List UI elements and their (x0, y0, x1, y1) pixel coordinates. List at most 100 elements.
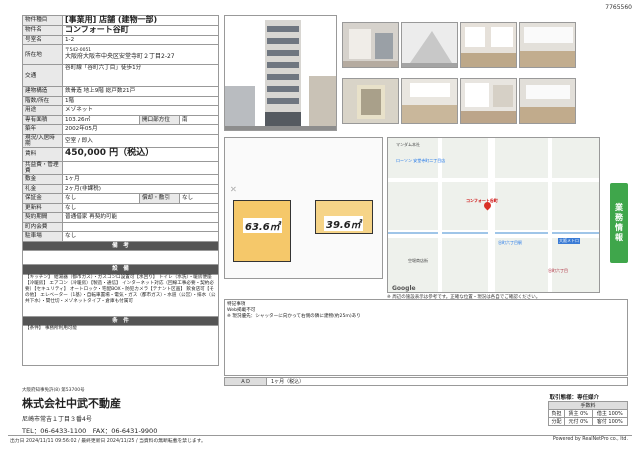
built-label: 築年 (22, 124, 63, 135)
thumb-8[interactable] (519, 78, 576, 124)
row-status: 現況/入居時期 空室 / 即入 (22, 133, 219, 148)
row-cond: 町内会費 (22, 221, 219, 233)
deposit-value: 1ヶ月 (62, 174, 219, 185)
notes-header: 備 考 (22, 240, 219, 252)
row-use: 用途 メゾネット (22, 105, 219, 116)
structure-label: 建物構造 (22, 86, 63, 97)
area-map[interactable]: マンダム本社 ローソン 安堂寺町二丁目店 コンフォート谷町 谷町六丁目駅 空堀商… (387, 137, 600, 293)
deal-row1-label: 負担 (548, 409, 565, 418)
north-arrow-icon: ⤫ (231, 186, 236, 193)
ad-value: 1ヶ月（税込） (271, 379, 305, 385)
map-label-3: コンフォート谷町 (466, 198, 498, 203)
floor-2-area: 39.6㎡ (324, 216, 363, 231)
thumb-2[interactable] (401, 22, 458, 68)
access-label: 交通 (22, 64, 63, 88)
name-label: 物件名 (22, 24, 63, 36)
map-label-4: 谷町六丁目駅 (498, 240, 522, 245)
building-illustration (225, 16, 336, 130)
row-hoshoukin: 保証金 なし 償却・敷引 なし (22, 193, 220, 204)
row-renewal: 更新料 なし (22, 202, 219, 214)
cond-label: 町内会費 (22, 221, 63, 233)
row-parking: 駐車場 なし (22, 231, 219, 242)
access-value: 谷町線「谷町六丁目」徒歩1分 (62, 64, 219, 88)
agency-name: 株式会社中武不動産 (22, 397, 121, 410)
row-deposit: 敷金 1ヶ月 (22, 174, 219, 185)
map-label-6: 谷町六丁目 (548, 268, 568, 273)
deposit-label: 敷金 (22, 174, 63, 185)
row-floor: 階数/所在 1階 (22, 95, 219, 107)
thumb-7[interactable] (460, 78, 517, 124)
row-address: 所在地 〒542-0051 大阪府大阪市中央区安堂寺町２丁目2-27 (22, 44, 219, 66)
thumb-5[interactable] (342, 78, 399, 124)
row-keymoney: 礼金 2ヶ月(非課税) (22, 183, 219, 195)
row-room: 号室名 1-2 (22, 34, 219, 46)
thumb-3[interactable] (460, 22, 517, 68)
room-label: 号室名 (22, 34, 63, 46)
ad-label: ＡＤ (225, 378, 267, 385)
address-cell: 〒542-0051 大阪府大阪市中央区安堂寺町２丁目2-27 (62, 44, 219, 66)
row-name: 物件名 コンフォート谷町 (22, 24, 219, 36)
row-access: 交通 谷町線「谷町六丁目」徒歩1分 (22, 64, 219, 88)
common-value (62, 160, 219, 176)
thumb-1[interactable] (342, 22, 399, 68)
thumb-4[interactable] (519, 22, 576, 68)
floor-1-area: 63.6㎡ (243, 218, 282, 233)
deal-row2-label: 分配 (548, 417, 565, 426)
building-photo[interactable] (224, 15, 337, 131)
thumb-6[interactable] (401, 78, 458, 124)
agency-info: 大阪府知事免許(8) 第53700号 株式会社中武不動産 尼崎市常吉１丁目３番4… (22, 387, 382, 435)
business-info-badge: 業務情報 (610, 183, 628, 263)
row-type: 物件種目 [事業用] 店舗 (建物一部) (22, 15, 219, 26)
row-contract: 契約期間 普通借家 再契約可能 (22, 212, 219, 223)
name-value: コンフォート谷町 (62, 24, 219, 36)
contract-label: 契約期間 (22, 212, 63, 223)
row-common: 共益費・管理費 (22, 160, 219, 176)
parking-label: 駐車場 (22, 231, 63, 242)
shokyaku-value: なし (178, 193, 220, 204)
deal-sub: 手数料 (548, 401, 628, 410)
deal-row1-b: 借主 100% (591, 409, 629, 418)
area-value: 103.26㎡ (62, 114, 140, 126)
deal-row2-a: 元付 0% (563, 417, 593, 426)
notes-body (22, 250, 219, 266)
rent-label: 賃料 (22, 146, 63, 162)
shokyaku-label: 償却・敷引 (138, 193, 180, 204)
cond-value (62, 221, 219, 233)
room-value: 1-2 (62, 34, 219, 46)
renewal-label: 更新料 (22, 202, 63, 214)
floor-label: 階数/所在 (22, 95, 63, 107)
map-label-1: マンダム本社 (396, 142, 420, 147)
address-label: 所在地 (22, 44, 63, 66)
ad-row: ＡＤ 1ヶ月（税込） (224, 377, 628, 386)
remarks-line-2: ※ 現況優先：シャッターに向かって右側の隣に建物(約25m)あり (227, 314, 361, 320)
structure-value: 鉄骨造 地上9階 総戸数21戸 (62, 86, 219, 97)
row-built: 築年 2002年05月 (22, 124, 219, 135)
footer-powered-by: Powered by RealNetPro co., ltd. (552, 437, 628, 442)
type-label: 物件種目 (22, 15, 63, 26)
keymoney-value: 2ヶ月(非課税) (62, 183, 219, 195)
map-label-2: ローソン 安堂寺町二丁目店 (396, 158, 446, 163)
direction-label: 開口部方位 (138, 114, 180, 126)
status-label: 現況/入居時期 (22, 133, 63, 148)
renewal-value: なし (62, 202, 219, 214)
type-value: [事業用] 店舗 (建物一部) (62, 15, 219, 26)
floor-plan[interactable]: ⤫ 63.6㎡ 39.6㎡ (224, 137, 383, 279)
status-value: 空室 / 即入 (62, 133, 219, 148)
document-id: 7765560 (605, 4, 632, 11)
map-road-vertical (488, 138, 495, 292)
address-value: 大阪府大阪市中央区安堂寺町２丁目2-27 (65, 52, 175, 60)
agency-address: 尼崎市常吉１丁目３番4号 (22, 416, 92, 423)
floor-value: 1階 (62, 95, 219, 107)
cond-body: 【条件】 事務所利用可能 (22, 325, 219, 367)
deal-row1-a: 賃主 0% (563, 409, 593, 418)
equip-header: 設 備 (22, 264, 219, 275)
deal-table: 取引態様：専任媒介 手数料 負担 賃主 0% 借主 100% 分配 元付 0% … (548, 393, 629, 426)
direction-value: 南 (178, 114, 220, 126)
map-label-5: 空堀商店街 (408, 258, 428, 263)
area-label: 専有面積 (22, 114, 63, 126)
property-table: 物件種目 [事業用] 店舗 (建物一部) 物件名 コンフォート谷町 号室名 1-… (22, 15, 220, 367)
row-rent: 賃料 450,000 円（税込） (22, 146, 219, 162)
row-area: 専有面積 103.26㎡ 開口部方位 南 (22, 114, 220, 126)
cond-header: 条 件 (22, 315, 219, 327)
use-label: 用途 (22, 105, 63, 116)
